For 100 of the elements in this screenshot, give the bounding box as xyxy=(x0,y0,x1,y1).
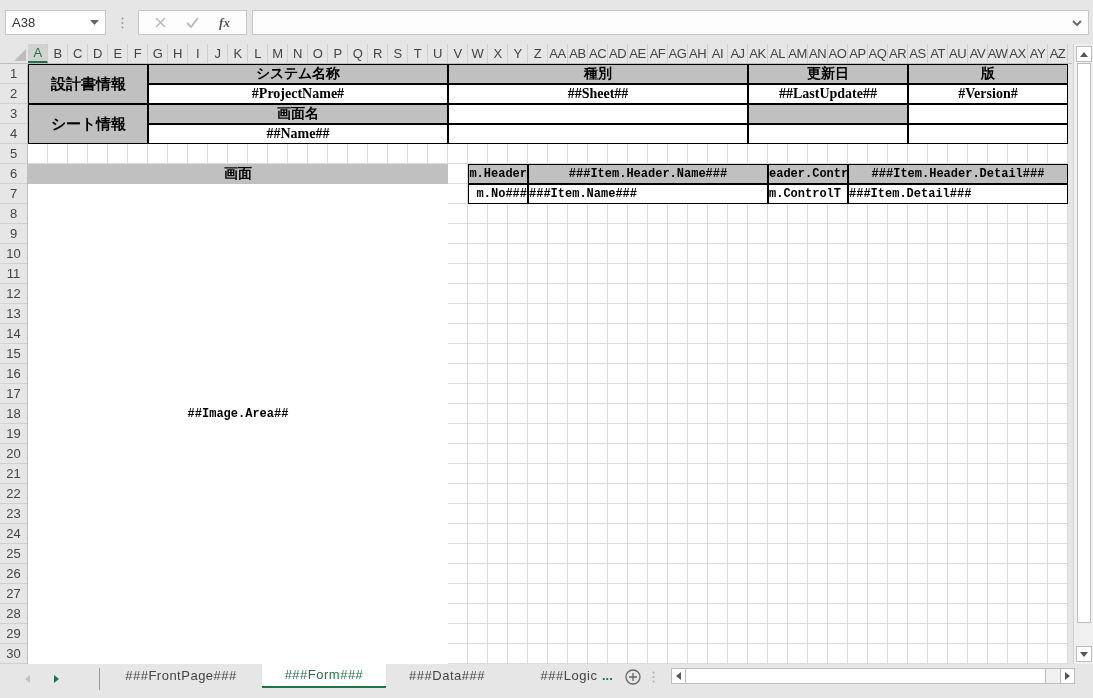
column-header[interactable]: Y xyxy=(508,44,528,63)
row-header[interactable]: 21 xyxy=(0,464,27,484)
insert-function-button[interactable]: fx xyxy=(219,12,230,33)
row-header[interactable]: 14 xyxy=(0,324,27,344)
scrollbar-thumb[interactable] xyxy=(685,669,1046,683)
column-header[interactable]: V xyxy=(448,44,468,63)
column-header[interactable]: F xyxy=(128,44,148,63)
row-header[interactable]: 4 xyxy=(0,124,27,144)
column-header[interactable]: AH xyxy=(688,44,708,63)
column-header[interactable]: Q xyxy=(348,44,368,63)
more-icon[interactable] xyxy=(121,17,124,29)
column-header[interactable]: AS xyxy=(908,44,928,63)
row-header[interactable]: 28 xyxy=(0,604,27,624)
row-header[interactable]: 2 xyxy=(0,84,27,104)
row-header[interactable]: 1 xyxy=(0,64,27,84)
row-header[interactable]: 19 xyxy=(0,424,27,444)
column-header[interactable]: C xyxy=(68,44,88,63)
column-header[interactable]: Z xyxy=(528,44,548,63)
row-header[interactable]: 3 xyxy=(0,104,27,124)
column-header[interactable]: AI xyxy=(708,44,728,63)
scrollbar-thumb[interactable] xyxy=(1076,63,1091,623)
column-header[interactable]: B xyxy=(48,44,68,63)
column-header[interactable]: G xyxy=(148,44,168,63)
column-header[interactable]: AA xyxy=(548,44,568,63)
column-header[interactable]: AB xyxy=(568,44,588,63)
row-header[interactable]: 25 xyxy=(0,544,27,564)
vertical-scrollbar[interactable] xyxy=(1073,44,1093,664)
column-header[interactable]: AZ xyxy=(1048,44,1068,63)
column-header[interactable]: AD xyxy=(608,44,628,63)
column-header[interactable]: K xyxy=(228,44,248,63)
column-header[interactable]: AR xyxy=(888,44,908,63)
column-header[interactable]: AV xyxy=(968,44,988,63)
sheet-tab[interactable]: ###FrontPage### xyxy=(100,664,262,688)
select-all-icon[interactable] xyxy=(14,49,26,61)
column-header[interactable]: AM xyxy=(788,44,808,63)
column-header[interactable]: T xyxy=(408,44,428,63)
column-header[interactable]: O xyxy=(308,44,328,63)
column-header[interactable]: N xyxy=(288,44,308,63)
row-header[interactable]: 10 xyxy=(0,244,27,264)
column-header[interactable]: P xyxy=(328,44,348,63)
row-header[interactable]: 27 xyxy=(0,584,27,604)
row-header[interactable]: 26 xyxy=(0,564,27,584)
column-header[interactable]: AJ xyxy=(728,44,748,63)
column-header[interactable]: R xyxy=(368,44,388,63)
arrow-left-icon[interactable] xyxy=(675,672,681,680)
row-header[interactable]: 7 xyxy=(0,184,27,204)
column-header[interactable]: AW xyxy=(988,44,1008,63)
row-header[interactable]: 8 xyxy=(0,204,27,224)
plus-circle-icon[interactable] xyxy=(624,669,641,685)
column-header[interactable]: AX xyxy=(1008,44,1028,63)
column-header[interactable]: S xyxy=(388,44,408,63)
row-header[interactable]: 13 xyxy=(0,304,27,324)
row-header[interactable]: 17 xyxy=(0,384,27,404)
column-header[interactable]: AO xyxy=(828,44,848,63)
sheet-tab[interactable]: ###Form### xyxy=(262,664,386,688)
sheet-tab[interactable]: ###Data### xyxy=(386,664,508,688)
column-header[interactable]: AG xyxy=(668,44,688,63)
row-header[interactable]: 20 xyxy=(0,444,27,464)
formula-field[interactable] xyxy=(252,10,1089,35)
row-header[interactable]: 23 xyxy=(0,504,27,524)
row-header[interactable]: 22 xyxy=(0,484,27,504)
column-header[interactable]: AQ xyxy=(868,44,888,63)
column-header[interactable]: AC xyxy=(588,44,608,63)
column-header[interactable]: H xyxy=(168,44,188,63)
column-header[interactable]: M xyxy=(268,44,288,63)
scroll-right-icon[interactable] xyxy=(54,675,59,683)
column-header[interactable]: AP xyxy=(848,44,868,63)
column-header[interactable]: AF xyxy=(648,44,668,63)
more-tabs[interactable]: ... xyxy=(602,668,613,684)
column-header[interactable]: AT xyxy=(928,44,948,63)
column-header[interactable]: AK xyxy=(748,44,768,63)
arrow-up-icon[interactable] xyxy=(1079,51,1088,57)
column-header[interactable]: A xyxy=(28,44,48,63)
row-header[interactable]: 24 xyxy=(0,524,27,544)
column-header[interactable]: D xyxy=(88,44,108,63)
column-header[interactable]: AU xyxy=(948,44,968,63)
column-header[interactable]: AL xyxy=(768,44,788,63)
row-header[interactable]: 12 xyxy=(0,284,27,304)
row-header[interactable]: 5 xyxy=(0,144,27,164)
column-header[interactable]: AY xyxy=(1028,44,1048,63)
more-icon[interactable] xyxy=(651,671,655,683)
name-box[interactable]: A38 xyxy=(5,10,106,35)
row-header[interactable]: 18 xyxy=(0,404,27,424)
column-header[interactable]: U xyxy=(428,44,448,63)
scroll-left-icon[interactable] xyxy=(25,675,30,683)
row-header[interactable]: 29 xyxy=(0,624,27,644)
column-header[interactable]: W xyxy=(468,44,488,63)
row-header[interactable]: 9 xyxy=(0,224,27,244)
horizontal-scrollbar[interactable] xyxy=(670,668,1075,684)
arrow-right-icon[interactable] xyxy=(1064,672,1070,680)
column-header[interactable]: J xyxy=(208,44,228,63)
arrow-down-icon[interactable] xyxy=(1079,651,1088,657)
column-header[interactable]: L xyxy=(248,44,268,63)
close-icon[interactable] xyxy=(155,17,166,28)
column-header[interactable]: X xyxy=(488,44,508,63)
column-header[interactable]: I xyxy=(188,44,208,63)
row-header[interactable]: 11 xyxy=(0,264,27,284)
column-header[interactable]: AE xyxy=(628,44,648,63)
check-icon[interactable] xyxy=(186,17,200,28)
row-header[interactable]: 16 xyxy=(0,364,27,384)
